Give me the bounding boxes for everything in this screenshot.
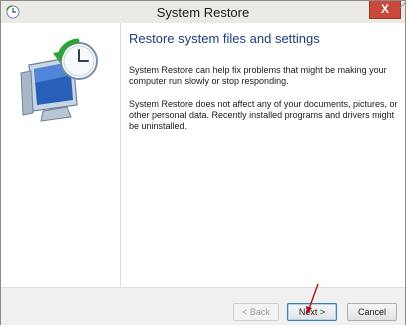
- description-paragraph-1: System Restore can help fix problems tha…: [129, 65, 387, 86]
- computer-restore-clock-icon: [20, 38, 98, 122]
- page-heading: Restore system files and settings: [129, 31, 320, 46]
- content-pane: Restore system files and settings System…: [121, 23, 405, 287]
- close-button[interactable]: X: [369, 1, 401, 19]
- red-annotation-arrow-icon: [306, 283, 319, 314]
- system-restore-window: System Restore X Restore system files an…: [0, 0, 406, 325]
- button-bar: < Back Next > Cancel: [1, 287, 405, 325]
- cancel-button[interactable]: Cancel: [347, 303, 397, 321]
- window-title: System Restore: [156, 5, 250, 20]
- corner-grip-icon: [400, 2, 406, 8]
- title-bar[interactable]: System Restore X: [1, 1, 405, 24]
- left-banner-pane: [1, 23, 120, 287]
- description-paragraph-2: System Restore does not affect any of yo…: [129, 99, 398, 131]
- back-button[interactable]: < Back: [233, 303, 279, 321]
